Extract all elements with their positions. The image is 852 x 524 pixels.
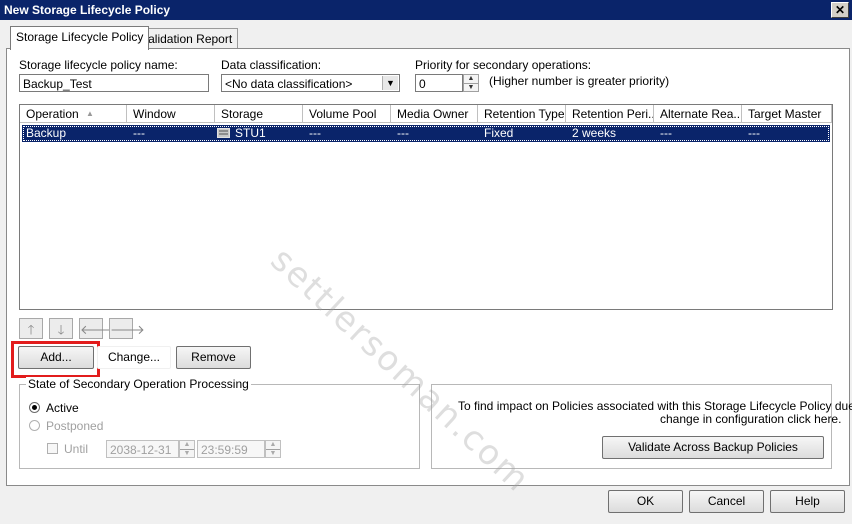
- move-down-button[interactable]: 🡓: [49, 318, 73, 339]
- column-header-operation[interactable]: Operation ▲: [20, 105, 127, 123]
- spin-down-icon[interactable]: ▼: [180, 450, 194, 458]
- active-radio[interactable]: [29, 402, 40, 413]
- ok-button[interactable]: OK: [608, 490, 683, 513]
- add-button[interactable]: Add...: [18, 346, 94, 369]
- column-header-volume-pool[interactable]: Volume Pool: [303, 105, 391, 123]
- storage-unit-icon: [217, 125, 231, 142]
- cell-storage: STU1: [235, 126, 266, 140]
- policy-name-input[interactable]: Backup_Test: [19, 74, 209, 92]
- cell-alternate-read: ---: [660, 126, 672, 140]
- until-time-input[interactable]: 23:59:59: [197, 440, 265, 458]
- close-button[interactable]: ✕: [831, 2, 849, 18]
- priority-spinner[interactable]: ▲ ▼: [463, 74, 479, 92]
- priority-label: Priority for secondary operations:: [415, 58, 592, 72]
- move-left-button[interactable]: 🡐: [79, 318, 115, 339]
- column-header-media-owner[interactable]: Media Owner: [391, 105, 478, 123]
- priority-input[interactable]: 0: [415, 74, 463, 92]
- cell-operation: Backup: [26, 126, 67, 140]
- title-bar: New Storage Lifecycle Policy ✕: [0, 0, 852, 20]
- until-checkbox[interactable]: [47, 443, 58, 454]
- spin-down-icon[interactable]: ▼: [266, 450, 280, 458]
- cell-media-owner: ---: [397, 126, 409, 140]
- postponed-radio[interactable]: [29, 420, 40, 431]
- state-group-title: State of Secondary Operation Processing: [26, 377, 251, 391]
- change-button[interactable]: Change...: [97, 346, 171, 369]
- impact-text-line1: To find impact on Policies associated wi…: [458, 399, 852, 413]
- cancel-button[interactable]: Cancel: [689, 490, 764, 513]
- spin-up-icon[interactable]: ▲: [266, 441, 280, 450]
- column-header-window[interactable]: Window: [127, 105, 215, 123]
- spin-up-icon[interactable]: ▲: [464, 75, 478, 84]
- help-button[interactable]: Help: [770, 490, 845, 513]
- until-time-spinner[interactable]: ▲ ▼: [265, 440, 281, 458]
- validate-across-backup-policies-button[interactable]: Validate Across Backup Policies: [602, 436, 824, 459]
- until-date-input[interactable]: 2038-12-31: [106, 440, 179, 458]
- window-title: New Storage Lifecycle Policy: [4, 3, 171, 17]
- active-radio-label: Active: [46, 401, 79, 415]
- column-header-target-master[interactable]: Target Master: [742, 105, 832, 123]
- data-classification-value: <No data classification>: [225, 77, 353, 91]
- impact-text-line2: change in configuration click here.: [660, 412, 842, 426]
- cell-target-master: ---: [748, 126, 760, 140]
- tab-storage-lifecycle-policy[interactable]: Storage Lifecycle Policy: [10, 26, 150, 50]
- spin-down-icon[interactable]: ▼: [464, 84, 478, 92]
- sort-ascending-icon: ▲: [86, 109, 94, 118]
- chevron-down-icon[interactable]: ▼: [382, 76, 398, 90]
- spin-up-icon[interactable]: ▲: [180, 441, 194, 450]
- priority-hint: (Higher number is greater priority): [489, 74, 670, 88]
- arrow-down-icon: 🡓: [57, 322, 65, 337]
- remove-button[interactable]: Remove: [176, 346, 251, 369]
- cell-retention-period: 2 weeks: [572, 126, 617, 140]
- postponed-radio-label: Postponed: [46, 419, 104, 433]
- cell-window: ---: [133, 126, 145, 140]
- table-row[interactable]: Backup --- STU1 --- --- Fixed 2 weeks --…: [22, 125, 830, 142]
- column-header-storage[interactable]: Storage: [215, 105, 303, 123]
- operations-table[interactable]: Operation ▲ Window Storage Volume Pool M…: [19, 104, 833, 310]
- until-date-spinner[interactable]: ▲ ▼: [179, 440, 195, 458]
- cell-volume-pool: ---: [309, 126, 321, 140]
- until-label: Until: [64, 442, 89, 456]
- cell-retention-type: Fixed: [484, 126, 514, 140]
- arrow-up-icon: 🡑: [27, 322, 35, 337]
- column-header-alternate-read[interactable]: Alternate Rea...: [654, 105, 742, 123]
- data-classification-label: Data classification:: [221, 58, 322, 72]
- policy-name-label: Storage lifecycle policy name:: [19, 58, 178, 72]
- column-header-retention-period[interactable]: Retention Peri...: [566, 105, 654, 123]
- data-classification-select[interactable]: <No data classification> ▼: [221, 74, 400, 92]
- move-up-button[interactable]: 🡑: [19, 318, 43, 339]
- tab-validation-report[interactable]: Validation Report: [135, 28, 239, 49]
- move-right-button[interactable]: 🡒: [109, 318, 145, 339]
- column-header-retention-type[interactable]: Retention Type: [478, 105, 566, 123]
- arrow-right-icon: 🡒: [110, 322, 145, 337]
